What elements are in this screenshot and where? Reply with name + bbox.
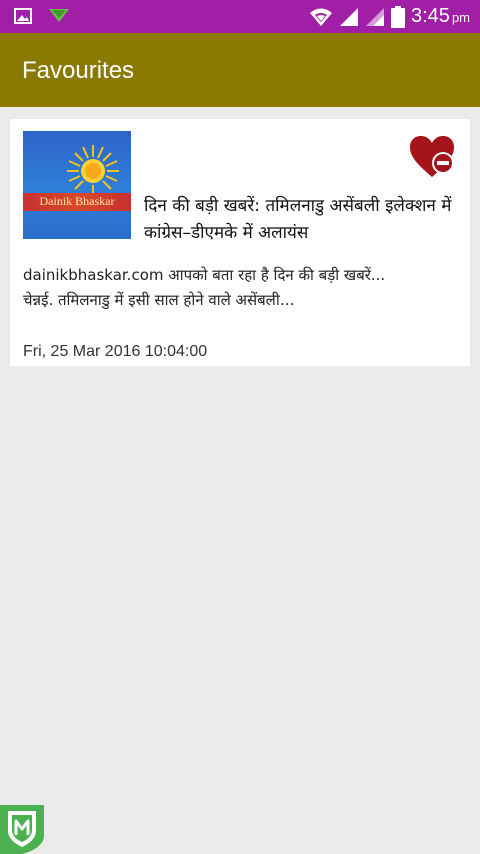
wifi-icon xyxy=(310,8,332,26)
thumbnail-label: Dainik Bhaskar xyxy=(39,194,115,208)
sun-icon xyxy=(67,145,119,197)
favourite-card[interactable]: Dainik Bhaskar दिन की बड़ी खबरें: तमिलना… xyxy=(10,119,470,366)
app-bar: Favourites xyxy=(0,33,480,107)
download-arrow-icon xyxy=(49,9,69,22)
gallery-icon xyxy=(14,8,32,24)
summary-text-2: चेन्नई. तमिलनाडु में इसी साल होने वाले अ… xyxy=(23,291,295,309)
article-summary: dainikbhaskar.com आपको बता रहा है दिन की… xyxy=(23,263,459,313)
summary-text-1: आपको बता रहा है दिन की बड़ी खबरें... xyxy=(168,266,386,284)
shield-m-icon[interactable] xyxy=(0,805,48,854)
article-thumbnail: Dainik Bhaskar xyxy=(23,131,131,239)
battery-icon xyxy=(391,5,405,28)
article-headline[interactable]: दिन की बड़ी खबरें: तमिलनाडु असेंबली इलेक… xyxy=(144,193,462,247)
article-date: Fri, 25 Mar 2016 10:04:00 xyxy=(23,343,208,360)
page-title: Favourites xyxy=(22,57,135,84)
signal-icon-2 xyxy=(366,7,384,26)
heart-minus-icon[interactable] xyxy=(408,135,456,179)
status-bar: 3:45 pm xyxy=(0,0,480,33)
article-source: dainikbhaskar.com xyxy=(23,266,164,284)
status-time: 3:45 pm xyxy=(411,5,470,27)
signal-icon xyxy=(340,7,358,26)
